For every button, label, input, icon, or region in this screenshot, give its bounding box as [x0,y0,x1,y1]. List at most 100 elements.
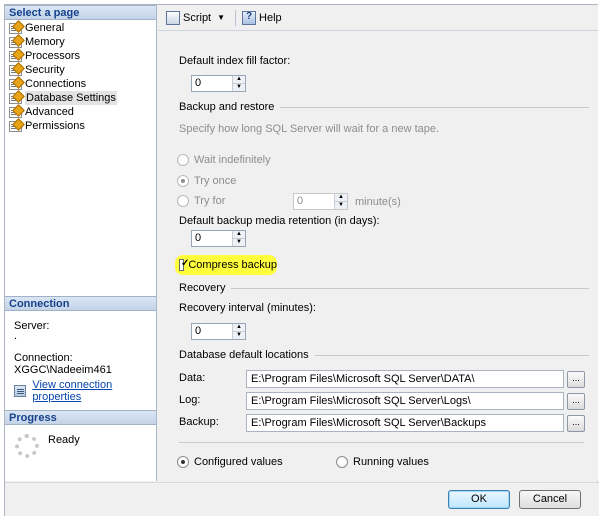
script-icon [166,10,180,25]
connection-label: Connection: [14,352,73,364]
page-item-memory[interactable]: Memory [9,35,117,49]
server-value: . [14,330,18,342]
spin-down-icon[interactable]: ▼ [233,331,245,339]
connection-header: Connection [5,296,156,311]
spin-down-icon[interactable]: ▼ [335,201,347,209]
page-settings-icon [9,120,22,132]
server-label: Server: [14,320,50,332]
connection-pane: Connection Server: . Connection: XGGC\Na… [5,296,156,409]
data-label: Data: [179,372,206,384]
page-item-general[interactable]: General [9,21,117,35]
backup-restore-header: Backup and restore [179,101,275,113]
view-connection-properties[interactable]: View connection properties [14,379,156,403]
progress-spinner-icon [15,434,39,458]
divider [314,354,589,356]
page-settings-icon [9,92,22,104]
recovery-section: Recovery [179,282,589,294]
ok-button[interactable]: OK [448,490,510,509]
recovery-interval-label: Recovery interval (minutes): [179,302,316,314]
server-properties-window: Select a page General Memory Processors … [4,4,599,516]
spin-up-icon[interactable]: ▲ [233,76,245,83]
retention-value: 0 [195,232,202,244]
log-browse-button[interactable]: ... [567,393,585,410]
configured-values-label: Configured values [194,456,283,468]
data-path-row: Data: E:\Program Files\Microsoft SQL Ser… [179,370,585,388]
page-item-security[interactable]: Security [9,63,117,77]
page-item-database-settings[interactable]: Database Settings [9,91,117,105]
recovery-interval-spinner[interactable]: 0 ▲ ▼ [191,323,246,340]
configured-values-radio[interactable]: Configured values [177,456,283,468]
backup-restore-section: Backup and restore [179,101,589,113]
properties-icon [14,385,27,397]
backup-path-field[interactable]: E:\Program Files\Microsoft SQL Server\Ba… [246,414,564,432]
settings-pane: Script ▼ Help Default index fill factor:… [158,5,598,481]
minutes-label: minute(s) [355,196,401,208]
radio-dot [177,175,189,187]
try-for-spinner[interactable]: 0 ▲ ▼ [293,193,348,210]
try-for-radio[interactable]: Try for [177,195,225,207]
page-settings-icon [9,106,22,118]
recovery-interval-value: 0 [195,325,202,337]
page-settings-icon [9,78,22,90]
divider [179,442,584,443]
progress-header: Progress [5,410,156,425]
spin-up-icon[interactable]: ▲ [233,324,245,331]
backup-browse-button[interactable]: ... [567,415,585,432]
connection-value: XGGC\Nadeeim461 [14,364,112,376]
compress-backup-checkbox[interactable]: Compress backup [175,255,277,275]
try-once-radio[interactable]: Try once [177,175,236,187]
script-label: Script [183,11,212,24]
backup-description: Specify how long SQL Server will wait fo… [179,123,440,135]
running-values-radio[interactable]: Running values [336,456,429,468]
page-item-permissions[interactable]: Permissions [9,119,117,133]
page-settings-icon [9,22,22,34]
page-settings-icon [9,64,22,76]
select-page-header: Select a page [5,5,156,20]
checkbox-checked-icon [179,258,190,271]
wait-indefinitely-radio[interactable]: Wait indefinitely [177,154,271,166]
view-connection-properties-link[interactable]: View connection properties [32,379,156,403]
locations-header: Database default locations [179,349,309,361]
fill-factor-value: 0 [195,77,202,89]
chevron-down-icon[interactable]: ▼ [217,13,225,22]
spin-down-icon[interactable]: ▼ [233,83,245,91]
cancel-button[interactable]: Cancel [519,490,581,509]
data-path-field[interactable]: E:\Program Files\Microsoft SQL Server\DA… [246,370,564,388]
retention-label: Default backup media retention (in days)… [179,215,380,227]
progress-status: Ready [48,434,80,446]
compress-backup-label: Compress backup [188,259,277,271]
fill-factor-spinner[interactable]: 0 ▲ ▼ [191,75,246,92]
page-item-connections[interactable]: Connections [9,77,117,91]
left-pane: Select a page General Memory Processors … [5,5,157,481]
backup-label: Backup: [179,416,219,428]
log-path-field[interactable]: E:\Program Files\Microsoft SQL Server\Lo… [246,392,564,410]
wait-indefinitely-label: Wait indefinitely [194,154,271,166]
script-button[interactable]: Script ▼ [166,10,225,25]
spin-up-icon[interactable]: ▲ [335,194,347,201]
toolbar: Script ▼ Help [158,5,598,31]
try-for-value: 0 [297,195,304,207]
radio-dot [336,456,348,468]
try-for-label: Try for [194,195,226,207]
progress-pane: Progress Ready [5,410,156,480]
page-item-processors[interactable]: Processors [9,49,117,63]
retention-spinner[interactable]: 0 ▲ ▼ [191,230,246,247]
running-values-label: Running values [353,456,429,468]
spin-down-icon[interactable]: ▼ [233,238,245,246]
pages-list: General Memory Processors Security Conne… [9,21,117,133]
page-settings-icon [9,36,22,48]
divider [280,106,589,108]
help-button[interactable]: Help [242,10,282,25]
locations-section: Database default locations [179,349,589,361]
radio-dot [177,456,189,468]
help-icon [242,10,257,25]
help-label: Help [259,11,282,24]
recovery-header: Recovery [179,282,226,294]
data-browse-button[interactable]: ... [567,371,585,388]
log-path-row: Log: E:\Program Files\Microsoft SQL Serv… [179,392,585,410]
page-item-advanced[interactable]: Advanced [9,105,117,119]
spin-up-icon[interactable]: ▲ [233,231,245,238]
page-settings-icon [9,50,22,62]
try-once-label: Try once [194,175,237,187]
dialog-button-bar: OK Cancel [5,482,599,516]
